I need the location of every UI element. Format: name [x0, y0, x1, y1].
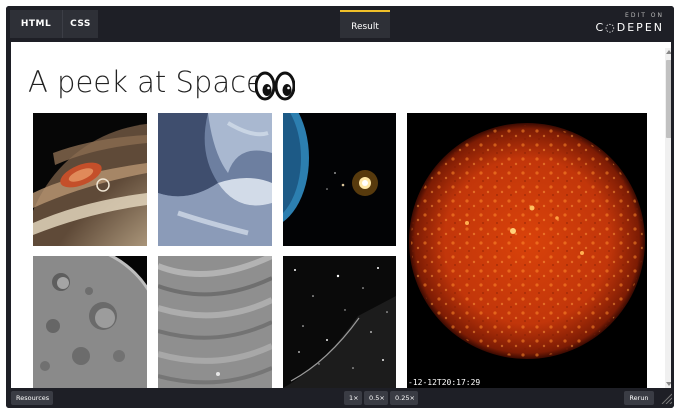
page-title: A peek at Space	[28, 65, 264, 99]
planet-and-star-tile[interactable]	[283, 113, 396, 246]
result-scrollbar[interactable]	[665, 48, 671, 388]
zoom-1x-button[interactable]: 1×	[344, 391, 362, 405]
resources-button[interactable]: Resources	[11, 391, 53, 405]
rerun-button[interactable]: Rerun	[624, 391, 654, 405]
edit-on-label: EDIT ON	[625, 12, 664, 19]
tab-css[interactable]: CSS	[62, 10, 98, 38]
sun-timestamp: -12-12T20:17:29	[408, 378, 481, 387]
starfield-tile[interactable]	[283, 256, 396, 388]
eyes-emoji-icon	[255, 71, 295, 101]
zoom-0-25x-button[interactable]: 0.25×	[390, 391, 418, 405]
codepen-embed: HTML CSS Result EDIT ON C◌DEPEN A peek a…	[6, 6, 674, 408]
result-pane: A peek at Space -12-12T20:17:29	[11, 42, 671, 388]
sun-tile[interactable]	[407, 113, 647, 388]
jupiter-tile[interactable]	[33, 113, 147, 246]
moon-craters-tile[interactable]	[33, 256, 147, 388]
zoom-0-5x-button[interactable]: 0.5×	[364, 391, 388, 405]
scroll-down-icon[interactable]	[666, 382, 671, 386]
grooved-terrain-tile[interactable]	[158, 256, 272, 388]
tab-result[interactable]: Result	[340, 10, 390, 38]
ice-surface-tile[interactable]	[158, 113, 272, 246]
resize-grip-icon[interactable]	[660, 392, 672, 404]
scroll-thumb[interactable]	[666, 60, 671, 138]
codepen-brand-link[interactable]: EDIT ON C◌DEPEN	[584, 12, 664, 38]
tab-html[interactable]: HTML	[10, 10, 62, 38]
editor-topbar: HTML CSS Result EDIT ON C◌DEPEN	[6, 6, 674, 42]
editor-bottombar: Resources 1× 0.5× 0.25× Rerun	[6, 388, 674, 408]
scroll-up-icon[interactable]	[666, 50, 671, 54]
codepen-logo: C◌DEPEN	[595, 21, 664, 34]
